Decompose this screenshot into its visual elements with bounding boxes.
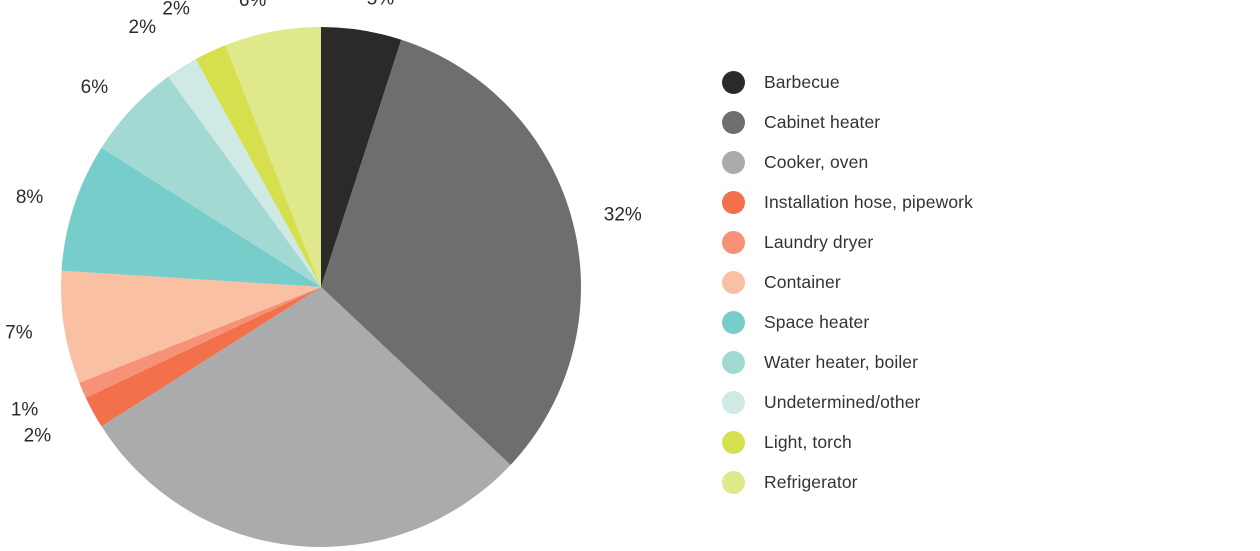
pie-slice-label: 6%	[81, 77, 109, 98]
legend-item[interactable]: Refrigerator	[722, 462, 1222, 502]
pie-svg: 5%32%29%2%1%7%8%6%2%2%6%	[5, 0, 642, 547]
legend-item[interactable]: Water heater, boiler	[722, 342, 1222, 382]
pie-chart-figure: 5%32%29%2%1%7%8%6%2%2%6% BarbecueCabinet…	[0, 0, 1260, 551]
legend-item[interactable]: Container	[722, 262, 1222, 302]
pie-slice-label: 2%	[129, 17, 157, 38]
pie-slice-label: 6%	[239, 0, 267, 11]
pie-slice-label: 1%	[11, 399, 39, 420]
legend-item-label: Installation hose, pipework	[764, 191, 973, 212]
legend-item-label: Cabinet heater	[764, 111, 881, 132]
pie-slice-label: 5%	[367, 0, 395, 10]
pie-slice-label: 32%	[604, 204, 642, 225]
legend-item[interactable]: Cabinet heater	[722, 102, 1222, 142]
pie-slice-label: 2%	[162, 0, 190, 19]
legend-swatch-icon	[722, 110, 745, 134]
pie-slice-label: 7%	[5, 323, 33, 344]
pie-slice-label: 8%	[16, 187, 44, 208]
legend-item-label: Cooker, oven	[764, 151, 869, 172]
legend-item-label: Laundry dryer	[764, 231, 874, 252]
legend-item-label: Light, torch	[764, 431, 852, 452]
legend-item-label: Barbecue	[764, 71, 840, 92]
pie-slice-label: 2%	[24, 425, 52, 446]
legend-swatch-icon	[722, 70, 745, 94]
legend-swatch-icon	[722, 310, 745, 334]
legend-swatch-icon	[722, 390, 745, 414]
legend-item[interactable]: Installation hose, pipework	[722, 182, 1222, 222]
legend-item-label: Container	[764, 271, 841, 292]
chart-legend: Barbecue Cabinet heater Cooker, oven Instal…	[722, 62, 1222, 502]
legend-swatch-icon	[722, 270, 745, 294]
legend-item[interactable]: Laundry dryer	[722, 222, 1222, 262]
legend-swatch-icon	[722, 350, 745, 374]
legend-item[interactable]: Space heater	[722, 302, 1222, 342]
legend-item[interactable]: Light, torch	[722, 422, 1222, 462]
legend-swatch-icon	[722, 190, 745, 214]
legend-item[interactable]: Cooker, oven	[722, 142, 1222, 182]
legend-swatch-icon	[722, 150, 745, 174]
pie-slice-group	[60, 27, 581, 547]
legend-item-label: Undetermined/other	[764, 391, 921, 412]
legend-swatch-icon	[722, 470, 745, 494]
legend-item[interactable]: Undetermined/other	[722, 382, 1222, 422]
legend-swatch-icon	[722, 230, 745, 254]
legend-item-label: Refrigerator	[764, 471, 858, 492]
legend-item-label: Space heater	[764, 311, 870, 332]
pie-plot-area: 5%32%29%2%1%7%8%6%2%2%6%	[0, 0, 700, 551]
legend-item[interactable]: Barbecue	[722, 62, 1222, 102]
legend-item-label: Water heater, boiler	[764, 351, 919, 372]
legend-swatch-icon	[722, 430, 745, 454]
